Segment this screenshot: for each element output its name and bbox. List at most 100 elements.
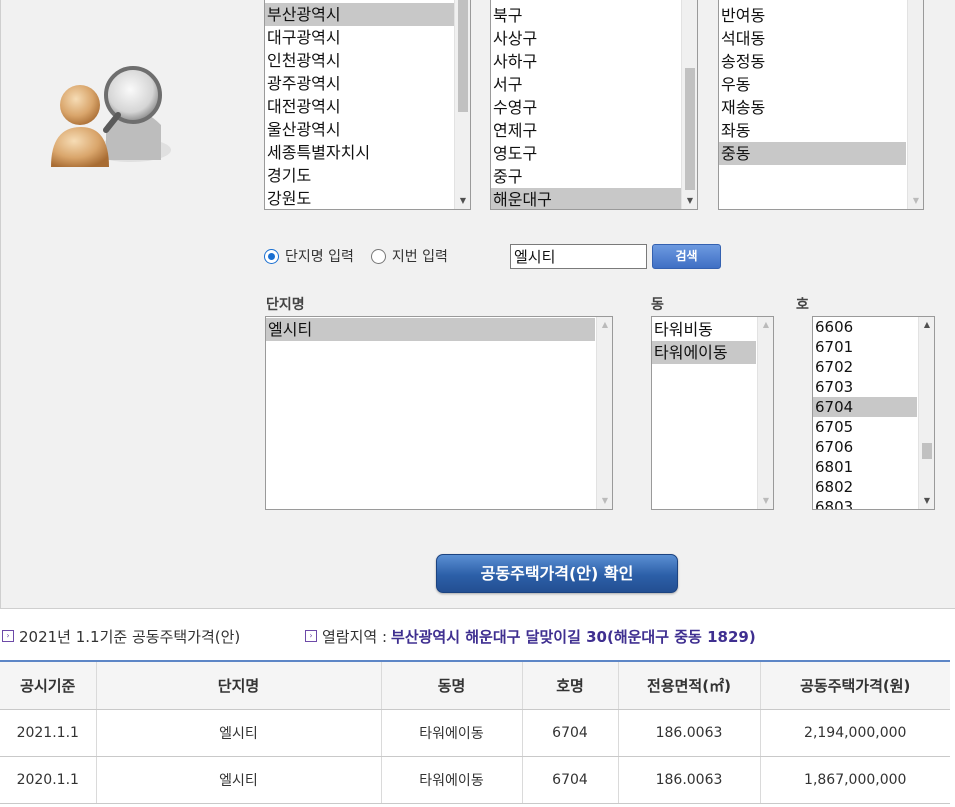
list-item[interactable]: 재송동: [719, 96, 923, 119]
scroll-up-icon[interactable]: ▲: [758, 317, 773, 333]
building-listbox[interactable]: 타워비동 타워에이동 ▲ ▼: [651, 316, 774, 510]
list-item[interactable]: 좌동: [719, 119, 923, 142]
list-item[interactable]: 강원도: [265, 187, 470, 209]
view-location-label: 열람지역 :: [322, 627, 388, 646]
column-header: 동명: [381, 660, 523, 710]
confirm-price-button[interactable]: 공동주택가격(안) 확인: [436, 554, 678, 593]
list-item[interactable]: 6803: [813, 497, 934, 509]
radio-lot-number[interactable]: [370, 248, 386, 264]
scrollbar[interactable]: ▲ ▼: [757, 317, 773, 509]
list-item[interactable]: 북구: [491, 4, 697, 27]
list-item[interactable]: 광주광역시: [265, 72, 470, 95]
scroll-up-icon[interactable]: ▲: [597, 317, 612, 333]
scrollbar[interactable]: ▼: [454, 0, 470, 209]
person-search-icon: [51, 66, 171, 167]
list-item[interactable]: 타워에이동: [652, 341, 756, 364]
radio-complex-name[interactable]: [264, 248, 279, 264]
unit-label: 호: [796, 297, 809, 313]
scrollbar[interactable]: ▲ ▼: [918, 317, 934, 509]
list-item[interactable]: 6802: [813, 477, 934, 497]
sigungu-listbox[interactable]: 북구 사상구 사하구 서구 수영구 연제구 영도구 중구 해운대구 ▼: [490, 0, 698, 210]
sido-listbox[interactable]: 부산광역시 대구광역시 인천광역시 광주광역시 대전광역시 울산광역시 세종특별…: [264, 0, 471, 210]
list-item[interactable]: 6702: [813, 357, 934, 377]
list-item[interactable]: 연제구: [491, 119, 697, 142]
list-item[interactable]: 부산광역시: [265, 3, 470, 26]
list-item[interactable]: 석대동: [719, 27, 923, 50]
scroll-down-icon[interactable]: ▼: [455, 193, 470, 209]
building-label: 동: [651, 297, 664, 313]
scrollbar[interactable]: ▲ ▼: [596, 317, 612, 509]
table-cell: 6704: [522, 709, 619, 757]
scroll-down-icon[interactable]: ▼: [682, 193, 697, 209]
list-item[interactable]: 6704: [813, 397, 917, 417]
list-item[interactable]: 우동: [719, 73, 923, 96]
radio-lot-label[interactable]: 지번 입력: [392, 246, 448, 266]
complex-listbox[interactable]: 엘시티 ▲ ▼: [265, 316, 613, 510]
chevron-right-icon: ›: [2, 630, 14, 642]
scroll-down-icon[interactable]: ▼: [758, 493, 773, 509]
scrollbar[interactable]: ▼: [907, 0, 923, 209]
table-header-row: 공시기준 단지명 동명 호명 전용면적(㎡) 공동주택가격(원): [0, 660, 950, 710]
list-item[interactable]: 해운대구: [491, 188, 697, 209]
scrollbar[interactable]: ▼: [681, 0, 697, 209]
scroll-down-icon[interactable]: ▼: [919, 493, 934, 509]
scroll-up-icon[interactable]: ▲: [919, 317, 934, 333]
dong-listbox[interactable]: 반여동 석대동 송정동 우동 재송동 좌동 중동 ▼: [718, 0, 924, 210]
list-item[interactable]: 사상구: [491, 27, 697, 50]
list-item[interactable]: 수영구: [491, 96, 697, 119]
scrollbar-thumb[interactable]: [685, 68, 695, 190]
list-item[interactable]: 영도구: [491, 142, 697, 165]
list-item[interactable]: 서구: [491, 73, 697, 96]
basis-text: 2021년 1.1기준 공동주택가격(안): [19, 627, 241, 646]
complex-label: 단지명: [266, 297, 305, 313]
scrollbar-thumb[interactable]: [458, 0, 468, 112]
column-header: 공시기준: [0, 660, 97, 710]
list-item[interactable]: 6705: [813, 417, 934, 437]
list-item[interactable]: 6706: [813, 437, 934, 457]
list-item[interactable]: 사하구: [491, 50, 697, 73]
scrollbar-thumb[interactable]: [922, 443, 932, 459]
list-item[interactable]: 대전광역시: [265, 95, 470, 118]
column-header: 단지명: [96, 660, 382, 710]
complex-search-input[interactable]: [510, 244, 647, 269]
table-cell: 2020.1.1: [0, 756, 97, 804]
radio-complex-label[interactable]: 단지명 입력: [285, 246, 354, 266]
table-cell: 1,867,000,000: [760, 756, 950, 804]
list-item[interactable]: 6801: [813, 457, 934, 477]
list-item[interactable]: 경기도: [265, 164, 470, 187]
table-cell: 엘시티: [96, 709, 382, 757]
scroll-down-icon[interactable]: ▼: [908, 193, 923, 209]
list-item[interactable]: 6606: [813, 317, 934, 337]
search-button[interactable]: 검색: [652, 244, 721, 269]
table-cell: 타워에이동: [381, 756, 523, 804]
basis-info: › 2021년 1.1기준 공동주택가격(안): [2, 625, 240, 647]
column-header: 호명: [522, 660, 619, 710]
list-item[interactable]: 세종특별자치시: [265, 141, 470, 164]
list-item[interactable]: 6703: [813, 377, 934, 397]
scroll-down-icon[interactable]: ▼: [597, 493, 612, 509]
search-panel: 부산광역시 대구광역시 인천광역시 광주광역시 대전광역시 울산광역시 세종특별…: [0, 0, 955, 609]
table-cell: 엘시티: [96, 756, 382, 804]
list-item[interactable]: 송정동: [719, 50, 923, 73]
list-item[interactable]: 인천광역시: [265, 49, 470, 72]
table-cell: 6704: [522, 756, 619, 804]
table-cell: 186.0063: [618, 709, 761, 757]
unit-listbox[interactable]: 6606 6701 6702 6703 6704 6705 6706 6801 …: [812, 316, 935, 510]
list-item[interactable]: 반여동: [719, 4, 923, 27]
table-cell: 2021.1.1: [0, 709, 97, 757]
chevron-right-icon: ›: [305, 630, 317, 642]
list-item[interactable]: 중동: [719, 142, 906, 165]
list-item[interactable]: 중구: [491, 165, 697, 188]
price-table: 공시기준 단지명 동명 호명 전용면적(㎡) 공동주택가격(원) 2021.1.…: [0, 660, 950, 804]
column-header: 전용면적(㎡): [618, 660, 761, 710]
view-location-value: 부산광역시 해운대구 달맞이길 30(해운대구 중동 1829): [391, 627, 756, 646]
list-item[interactable]: 6701: [813, 337, 934, 357]
search-mode-group: 단지명 입력 지번 입력: [264, 244, 448, 268]
list-item[interactable]: 대구광역시: [265, 26, 470, 49]
list-item[interactable]: 엘시티: [266, 318, 595, 341]
table-cell: 186.0063: [618, 756, 761, 804]
list-item[interactable]: 타워비동: [652, 318, 773, 341]
table-row: 2020.1.1 엘시티 타워에이동 6704 186.0063 1,867,0…: [0, 756, 950, 804]
list-item[interactable]: 울산광역시: [265, 118, 470, 141]
column-header: 공동주택가격(원): [760, 660, 950, 710]
